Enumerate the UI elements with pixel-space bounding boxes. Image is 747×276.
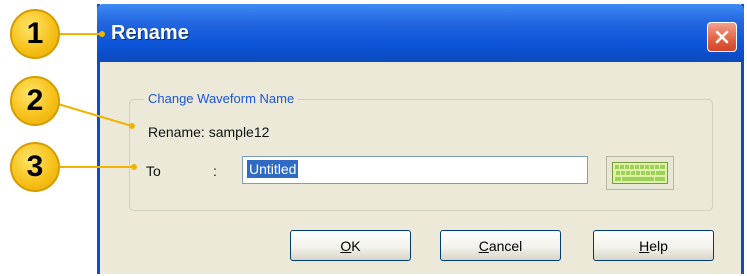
callout-3: 3	[10, 142, 60, 192]
callout-2-number: 2	[26, 84, 44, 117]
callout-1: 1	[10, 9, 60, 59]
callout-3-number: 3	[26, 150, 44, 183]
callout-2-leader	[57, 103, 135, 129]
callout-1-number: 1	[26, 17, 44, 50]
callout-2: 2	[10, 76, 60, 126]
callout-3-leader	[58, 166, 134, 168]
callout-3-leader-dot	[131, 164, 137, 170]
